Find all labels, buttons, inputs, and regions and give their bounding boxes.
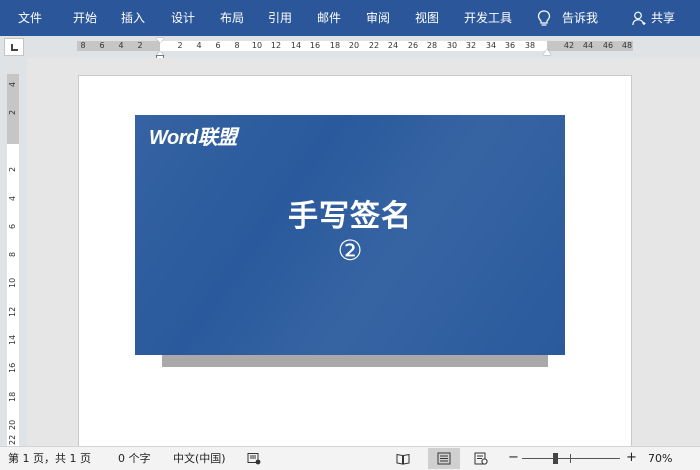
tab-developer[interactable]: 开发工具 [464,11,512,25]
ruler-label: 20 [348,41,360,50]
right-indent-marker[interactable] [543,49,551,55]
tab-review[interactable]: 审阅 [366,11,390,25]
tab-layout[interactable]: 布局 [220,11,244,25]
tab-stop-icon[interactable] [4,38,24,56]
lightbulb-icon[interactable] [537,10,551,27]
ruler-label: 12 [8,306,17,318]
zoom-in-button[interactable]: + [626,451,637,465]
person-icon[interactable] [632,11,646,26]
print-layout-icon [437,452,451,465]
read-mode-icon[interactable] [396,452,410,465]
ruler-label: 4 [8,81,17,87]
web-layout-icon[interactable] [474,452,488,465]
word-count[interactable]: 0 个字 [118,452,151,466]
tab-design[interactable]: 设计 [171,11,195,25]
brand-logo: Word联盟 [149,127,237,149]
ruler-label: 4 [118,41,124,50]
document-workspace: 4 2 2 4 6 8 10 12 14 16 18 20 22 Word联盟 … [0,58,700,446]
ruler-label: 26 [407,41,419,50]
tab-file[interactable]: 文件 [18,11,42,25]
ruler-label: 8 [234,41,240,50]
ruler-label: 48 [621,41,633,50]
title-slide-image[interactable]: Word联盟 手写签名 ② [135,115,565,355]
zoom-level[interactable]: 70% [648,452,672,466]
ruler-label: 24 [387,41,399,50]
ruler-label: 8 [8,251,17,257]
ruler-label: 8 [80,41,86,50]
ruler-label: 14 [290,41,302,50]
ruler-label: 2 [177,41,183,50]
tell-me-search[interactable]: 告诉我 [562,11,598,25]
slide-title: 手写签名 [288,199,412,234]
ruler-label: 20 [8,419,17,431]
ruler-label: 16 [8,362,17,374]
ruler-label: 10 [251,41,263,50]
ruler-label: 18 [329,41,341,50]
tab-mailings[interactable]: 邮件 [317,11,341,25]
ruler-label: 32 [465,41,477,50]
ruler-label: 36 [504,41,516,50]
ruler-label: 2 [8,166,17,172]
ruler-label: 6 [99,41,105,50]
ruler-label: 22 [368,41,380,50]
ruler-label: 2 [8,109,17,115]
ruler-label: 18 [8,391,17,403]
macro-record-icon[interactable] [247,452,261,465]
ruler-label: 46 [602,41,614,50]
ruler-label: 6 [215,41,221,50]
ruler-label: 30 [446,41,458,50]
tab-home[interactable]: 开始 [73,11,97,25]
ruler-label: 12 [270,41,282,50]
ruler-label: 22 [8,434,17,446]
zoom-out-button[interactable]: − [508,451,519,465]
language-indicator[interactable]: 中文(中国) [173,452,226,466]
ruler-label: 42 [563,41,575,50]
zoom-slider-center-mark [570,454,571,463]
page-count[interactable]: 第 1 页，共 1 页 [8,452,91,466]
ruler-label: 14 [8,334,17,346]
tab-insert[interactable]: 插入 [121,11,145,25]
ruler-label: 16 [309,41,321,50]
slide-number: ② [337,234,363,267]
ruler-label: 2 [137,41,143,50]
status-bar: 第 1 页，共 1 页 0 个字 中文(中国) − + 70% [0,446,700,470]
tab-references[interactable]: 引用 [268,11,292,25]
first-line-indent-marker[interactable] [156,38,164,43]
ruler-label: 44 [582,41,594,50]
zoom-slider[interactable] [522,458,620,459]
ruler-label: 4 [196,41,202,50]
ruler-label: 34 [485,41,497,50]
ribbon-tabs: 文件 开始 插入 设计 布局 引用 邮件 审阅 视图 开发工具 告诉我 共享 [0,0,700,36]
share-button[interactable]: 共享 [651,11,675,25]
ruler-label: 38 [524,41,536,50]
tab-view[interactable]: 视图 [415,11,439,25]
zoom-slider-thumb[interactable] [553,453,558,464]
ruler-label: 10 [8,277,17,289]
ruler-label: 28 [426,41,438,50]
ruler-label: 4 [8,195,17,201]
ruler-label: 6 [8,223,17,229]
